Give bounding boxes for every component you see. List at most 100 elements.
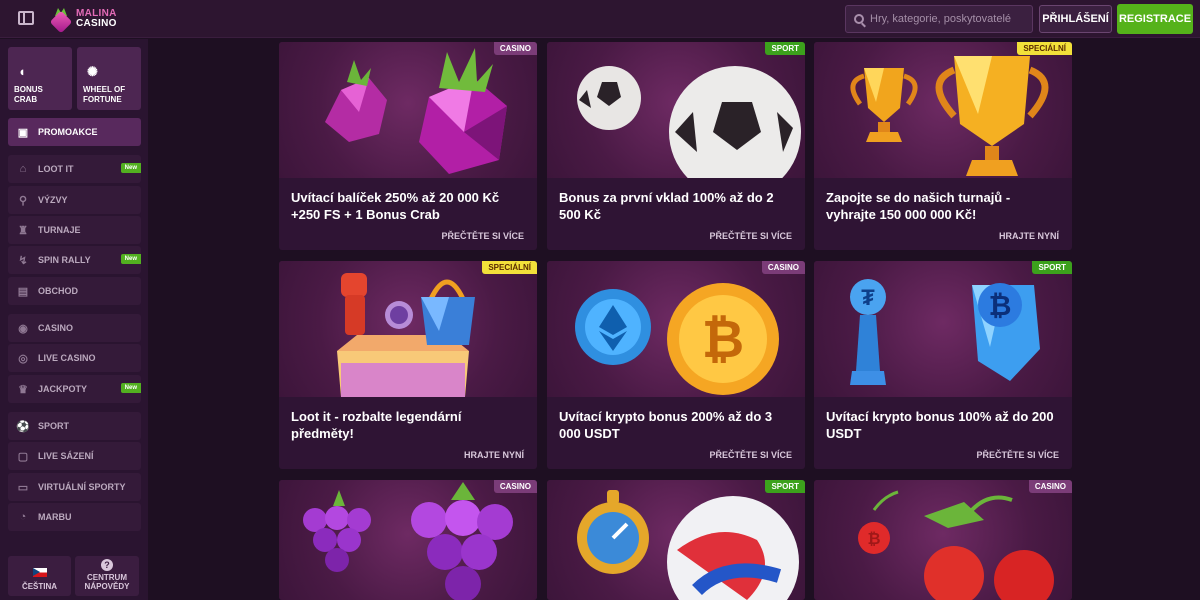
sidebar-toggle-icon[interactable] — [18, 11, 34, 25]
cherries-art: ₿ — [858, 490, 1054, 600]
sidebar: ◖ BONUS CRAB ✺ WHEEL OF FORTUNE ▣ PROMOA… — [0, 39, 148, 600]
register-button[interactable]: REGISTRACE — [1117, 4, 1193, 34]
promo-link[interactable]: HRAJTE NYNÍ — [999, 231, 1059, 241]
promo-link[interactable]: PŘEČTĚTE SI VÍCE — [709, 231, 792, 241]
sidebar-item-label: VÝZVY — [38, 195, 68, 205]
promo-card[interactable]: ₿ CASINO Uvítací krypto bonus 200% až do… — [547, 261, 805, 469]
sidebar-item-live-casino[interactable]: ◎ LIVE CASINO — [8, 344, 141, 372]
shop-icon: ▤ — [17, 285, 29, 298]
raspberry-art — [325, 48, 507, 174]
category-tag: SPECIÁLNÍ — [1017, 42, 1072, 55]
sidebar-item-sport[interactable]: ⚽ SPORT — [8, 412, 141, 440]
promo-image: CASINO — [279, 480, 537, 600]
tile-label-1: BONUS — [14, 85, 43, 94]
top-header: MALINA CASINO PŘIHLÁŠENÍ REGISTRACE — [0, 0, 1200, 38]
promo-card[interactable]: SPECIÁLNÍ Zapojte se do našich turnajů -… — [814, 42, 1072, 250]
sidebar-item-label: MARBU — [38, 512, 72, 522]
sidebar-item-label: JACKPOTY — [38, 384, 88, 394]
crypto-coins-art: ₿ — [575, 283, 779, 395]
promo-title: Uvítací krypto bonus 100% až do 200 USDT — [826, 409, 1054, 441]
login-button[interactable]: PŘIHLÁŠENÍ — [1039, 5, 1112, 33]
bonus-crab-tile[interactable]: ◖ BONUS CRAB — [8, 47, 72, 110]
promo-link[interactable]: HRAJTE NYNÍ — [464, 450, 524, 460]
logo-line-2: CASINO — [76, 18, 117, 29]
promo-title: Zapojte se do našich turnajů - vyhrajte … — [826, 190, 1011, 222]
promo-title: Uvítací krypto bonus 200% až do 3 000 US… — [559, 409, 773, 441]
language-selector[interactable]: ČEŠTINA — [8, 556, 71, 596]
sidebar-item-label: CASINO — [38, 323, 74, 333]
crypto-trophy-art: ₮ ₿ — [850, 279, 1040, 385]
svg-text:₿: ₿ — [702, 311, 744, 369]
sidebar-item-label: LOOT IT — [38, 164, 74, 174]
category-tag: SPORT — [765, 480, 805, 493]
promo-card[interactable]: CASINO — [279, 480, 537, 600]
sidebar-item-label: PROMOAKCE — [38, 127, 98, 137]
promo-card[interactable]: ₮ ₿ SPORT Uvítací krypto bonus 100% až d… — [814, 261, 1072, 469]
tile-label-2: FORTUNE — [83, 95, 122, 104]
promo-image: SPORT — [547, 480, 805, 600]
promo-link[interactable]: PŘEČTĚTE SI VÍCE — [441, 231, 524, 241]
trophies-art — [850, 56, 1049, 176]
sidebar-item-label: LIVE SÁZENÍ — [38, 451, 94, 461]
promo-title: Loot it - rozbalte legendární předměty! — [291, 409, 462, 441]
sidebar-item-promoakce[interactable]: ▣ PROMOAKCE — [8, 118, 141, 146]
new-badge: New — [120, 254, 141, 264]
grapes-art — [303, 482, 513, 600]
sidebar-item-label: SPORT — [38, 421, 70, 431]
help-icon: ? — [101, 559, 113, 571]
raspberry-logo-icon — [49, 8, 73, 34]
gift-icon: ▣ — [17, 126, 29, 139]
promo-link[interactable]: PŘEČTĚTE SI VÍCE — [709, 450, 792, 460]
promo-card[interactable]: SPORT — [547, 480, 805, 600]
promo-image: SPORT — [547, 42, 805, 178]
tile-label-2: CRAB — [14, 95, 38, 104]
virtual-sports-icon: ▭ — [17, 481, 29, 494]
category-tag: SPORT — [765, 42, 805, 55]
promo-card[interactable]: SPORT Bonus za první vklad 100% až do 2 … — [547, 42, 805, 250]
sidebar-item-marbu[interactable]: ◔ MARBU — [8, 503, 141, 531]
logo-text: MALINA CASINO — [76, 9, 117, 29]
tile-label-1: WHEEL OF — [83, 85, 126, 94]
sidebar-item-vyzvy[interactable]: ⚲ VÝZVY — [8, 186, 141, 214]
promo-title: Uvítací balíček 250% až 20 000 Kč +250 F… — [291, 190, 500, 222]
sidebar-item-turnaje[interactable]: ♜ TURNAJE — [8, 216, 141, 244]
help-center-button[interactable]: ? CENTRUM NÁPOVĚDY — [75, 556, 139, 596]
sidebar-item-spin-rally[interactable]: ↯ SPIN RALLY New — [8, 246, 141, 274]
promo-image: CASINO — [279, 42, 537, 178]
search-input[interactable] — [870, 13, 1030, 25]
category-tag: SPECIÁLNÍ — [482, 261, 537, 274]
stopwatch-ball-art — [577, 490, 799, 600]
promo-card[interactable]: CASINO Uvítací balíček 250% až 20 000 Kč… — [279, 42, 537, 250]
category-tag: CASINO — [1028, 480, 1072, 493]
logo[interactable]: MALINA CASINO — [49, 6, 117, 34]
sidebar-item-casino[interactable]: ◉ CASINO — [8, 314, 141, 342]
sidebar-item-label: SPIN RALLY — [38, 255, 91, 265]
svg-text:₿: ₿ — [867, 530, 880, 548]
crab-claw-icon: ◖ — [18, 64, 26, 79]
promo-image: SPECIÁLNÍ — [814, 42, 1072, 178]
loot-box-icon: ⌂ — [19, 163, 27, 175]
language-label: ČEŠTINA — [21, 582, 58, 591]
wheel-icon: ✺ — [87, 64, 98, 79]
promo-card[interactable]: ₿ CASINO — [814, 480, 1072, 600]
sidebar-item-loot-it[interactable]: ⌂ LOOT IT New — [8, 155, 141, 183]
soccer-ball-icon: ⚽ — [16, 420, 30, 433]
live-casino-icon: ◎ — [18, 352, 28, 365]
sidebar-item-virtualni-sporty[interactable]: ▭ VIRTUÁLNÍ SPORTY — [8, 473, 141, 501]
category-tag: CASINO — [761, 261, 805, 274]
sidebar-item-live-sazeni[interactable]: ▢ LIVE SÁZENÍ — [8, 442, 141, 470]
promo-card[interactable]: SPECIÁLNÍ Loot it - rozbalte legendární … — [279, 261, 537, 469]
wheel-of-fortune-tile[interactable]: ✺ WHEEL OF FORTUNE — [77, 47, 141, 110]
sidebar-item-jackpoty[interactable]: ♛ JACKPOTY New — [8, 375, 141, 403]
promo-title: Bonus za první vklad 100% až do 2 500 Kč — [559, 190, 774, 222]
help-label-1: CENTRUM — [87, 573, 127, 582]
promo-link[interactable]: PŘEČTĚTE SI VÍCE — [976, 450, 1059, 460]
search-box[interactable] — [845, 5, 1033, 33]
marbu-icon: ◔ — [19, 511, 27, 523]
sidebar-item-label: VIRTUÁLNÍ SPORTY — [38, 482, 126, 492]
jackpot-icon: ♛ — [18, 383, 28, 396]
sidebar-item-obchod[interactable]: ▤ OBCHOD — [8, 277, 141, 305]
sidebar-item-label: OBCHOD — [38, 286, 78, 296]
promo-image: ₿ CASINO — [814, 480, 1072, 600]
soccer-balls-art — [577, 66, 801, 178]
